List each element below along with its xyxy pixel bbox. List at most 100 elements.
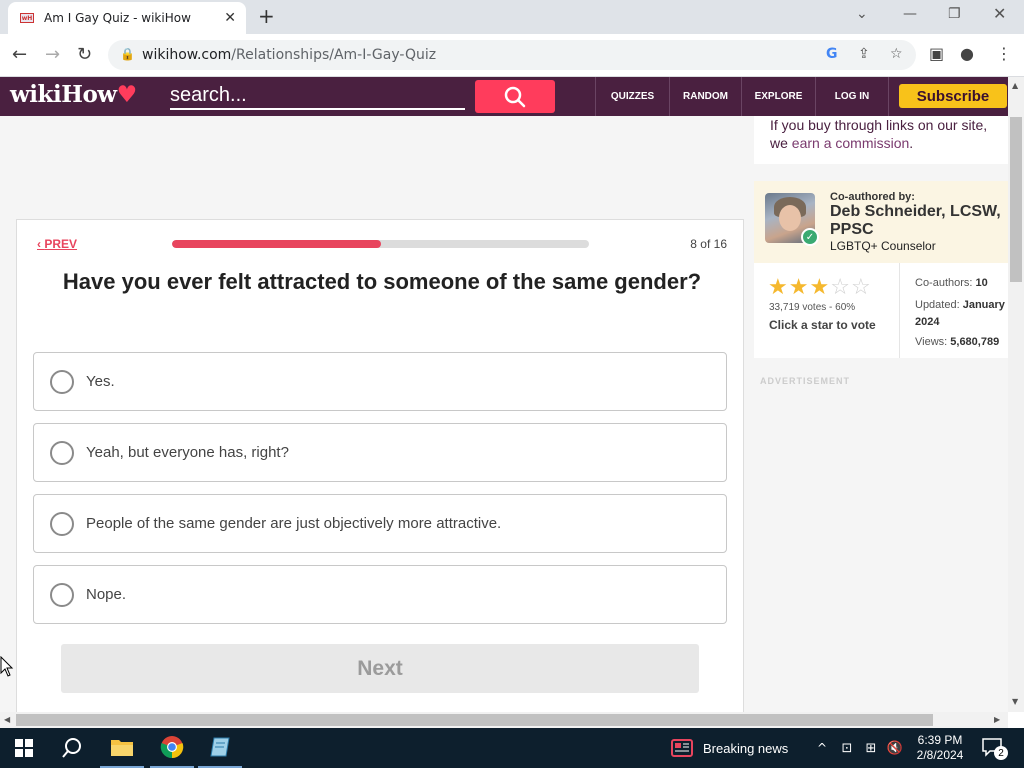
rating-divider — [899, 263, 900, 358]
radio-circle-icon[interactable] — [50, 582, 74, 607]
radio-circle-icon[interactable] — [50, 511, 74, 536]
browser-tab[interactable]: wH Am I Gay Quiz - wikiHow ✕ — [8, 2, 246, 34]
author-role: LGBTQ+ Counselor — [830, 239, 936, 253]
share-icon[interactable]: ⇪ — [858, 46, 870, 62]
taskbar-search-button[interactable] — [50, 728, 94, 768]
star-rating[interactable]: ★ ★ ★ ☆ ☆ — [768, 277, 871, 299]
coauthors-value: 10 — [975, 277, 988, 289]
rating-box: ★ ★ ★ ☆ ☆ 33,719 votes - 60% Click a star to… — [754, 263, 1008, 358]
search-icon — [62, 738, 81, 758]
clock-date: 2/8/2024 — [916, 748, 964, 762]
horizontal-scrollbar[interactable]: ◀ ▶ — [0, 712, 1008, 728]
lock-icon[interactable]: 🔒 — [120, 47, 135, 61]
commission-link[interactable]: earn a commission — [792, 135, 910, 151]
author-name[interactable]: Deb Schneider, LCSW, PPSC — [830, 203, 1008, 239]
tab-close-icon[interactable]: ✕ — [224, 10, 236, 26]
notepad-app-icon — [210, 737, 230, 757]
notification-center-button[interactable]: 2 — [982, 738, 1008, 760]
star-icon[interactable]: ☆ — [851, 277, 871, 299]
url-domain: wikihow.com — [142, 47, 232, 63]
heart-icon: ♥ — [116, 81, 138, 108]
news-widget-button[interactable] — [668, 728, 696, 768]
chrome-taskbar-button[interactable] — [150, 728, 194, 768]
folder-icon — [111, 740, 133, 756]
scroll-right-arrow-icon[interactable]: ▶ — [994, 715, 1000, 724]
app-taskbar-button[interactable] — [198, 728, 242, 768]
coauthored-label: Co-authored by: — [830, 191, 915, 203]
answer-text: Yes. — [86, 373, 115, 390]
scroll-left-arrow-icon[interactable]: ◀ — [4, 715, 10, 724]
tab-search-chevron-icon[interactable]: ⌄ — [856, 6, 868, 22]
quiz-progress-fill — [172, 240, 381, 248]
search-button[interactable] — [475, 80, 555, 113]
forward-arrow-icon[interactable]: → — [45, 44, 60, 65]
answer-text: Nope. — [86, 586, 127, 603]
wikihow-logo[interactable]: wikiHow♥ — [10, 81, 137, 108]
show-hidden-icons-chevron-icon[interactable]: ^ — [812, 728, 832, 768]
answer-text: People of the same gender are just objec… — [86, 515, 502, 532]
new-tab-button[interactable]: + — [258, 4, 275, 28]
windows-logo-icon — [15, 739, 33, 757]
vertical-scroll-thumb[interactable] — [1010, 117, 1022, 282]
minimize-button[interactable]: — — [903, 6, 917, 22]
search-icon — [504, 86, 526, 107]
answer-option-3[interactable]: People of the same gender are just objec… — [33, 494, 727, 553]
radio-circle-icon[interactable] — [50, 440, 74, 465]
url-text[interactable]: wikihow.com/Relationships/Am-I-Gay-Quiz — [142, 47, 436, 63]
address-bar[interactable]: 🔒 wikihow.com/Relationships/Am-I-Gay-Qui… — [108, 40, 916, 70]
volume-muted-icon[interactable]: 🔇 — [884, 728, 906, 768]
star-icon[interactable]: ★ — [789, 277, 809, 299]
nav-quizzes[interactable]: QUIZZES — [595, 77, 669, 116]
search-field — [170, 82, 465, 110]
updated-label: Updated: — [915, 299, 960, 311]
vertical-scrollbar[interactable]: ▲ ▼ — [1008, 77, 1024, 712]
coauthors-meta: Co-authors: 10 — [915, 277, 988, 289]
views-value: 5,680,789 — [950, 336, 1000, 348]
browser-menu-icon[interactable]: ⋮ — [996, 44, 1012, 63]
system-clock[interactable]: 6:39 PM 2/8/2024 — [914, 733, 966, 763]
nav-login[interactable]: LOG IN — [815, 77, 889, 116]
radio-circle-icon[interactable] — [50, 369, 74, 394]
quiz-card: ‹ PREV 8 of 16 Have you ever felt attrac… — [16, 219, 744, 714]
views-meta: Views: 5,680,789 — [915, 336, 999, 348]
side-panel-icon[interactable]: ▣ — [929, 44, 944, 63]
horizontal-scroll-thumb[interactable] — [16, 714, 933, 726]
answer-option-2[interactable]: Yeah, but everyone has, right? — [33, 423, 727, 482]
reload-icon[interactable]: ↻ — [77, 44, 92, 65]
scroll-up-arrow-icon[interactable]: ▲ — [1012, 81, 1018, 90]
affiliate-disclosure: If you buy through links on our site, we… — [754, 116, 1008, 164]
question-text: Have you ever felt attracted to someone … — [62, 269, 702, 294]
news-icon — [671, 739, 693, 757]
question-counter: 8 of 16 — [690, 237, 727, 251]
mouse-cursor-icon — [0, 656, 14, 677]
restore-button[interactable]: ❐ — [948, 6, 961, 22]
star-icon[interactable]: ★ — [809, 277, 829, 299]
scroll-down-arrow-icon[interactable]: ▼ — [1012, 697, 1018, 706]
google-lens-icon[interactable]: G — [826, 46, 838, 62]
close-window-button[interactable]: ✕ — [993, 4, 1006, 23]
file-explorer-button[interactable] — [100, 728, 144, 768]
next-button[interactable]: Next — [61, 644, 699, 693]
url-path: /Relationships/Am-I-Gay-Quiz — [231, 47, 437, 63]
subscribe-button[interactable]: Subscribe — [899, 84, 1007, 108]
disclosure-period: . — [909, 135, 914, 151]
bookmark-star-icon[interactable]: ☆ — [890, 46, 903, 62]
site-header: wikiHow♥ QUIZZES RANDOM EXPLORE LOG IN S… — [0, 77, 1008, 116]
advertisement-label: ADVERTISEMENT — [760, 376, 851, 386]
news-widget-label[interactable]: Breaking news — [703, 741, 788, 756]
avatar-face — [779, 205, 801, 231]
star-icon[interactable]: ☆ — [830, 277, 850, 299]
search-input[interactable] — [170, 82, 465, 108]
star-icon[interactable]: ★ — [768, 277, 788, 299]
back-arrow-icon[interactable]: ← — [12, 44, 27, 65]
start-button[interactable] — [0, 728, 48, 768]
nav-random[interactable]: RANDOM — [669, 77, 741, 116]
answer-option-1[interactable]: Yes. — [33, 352, 727, 411]
answer-option-4[interactable]: Nope. — [33, 565, 727, 624]
network-icon[interactable]: ⊞ — [860, 728, 882, 768]
profile-avatar-icon[interactable]: ● — [960, 44, 974, 63]
wikihow-favicon-icon: wH — [20, 13, 34, 23]
prev-link[interactable]: ‹ PREV — [37, 237, 77, 251]
nav-explore[interactable]: EXPLORE — [741, 77, 815, 116]
device-icon[interactable]: ⊡ — [836, 728, 858, 768]
